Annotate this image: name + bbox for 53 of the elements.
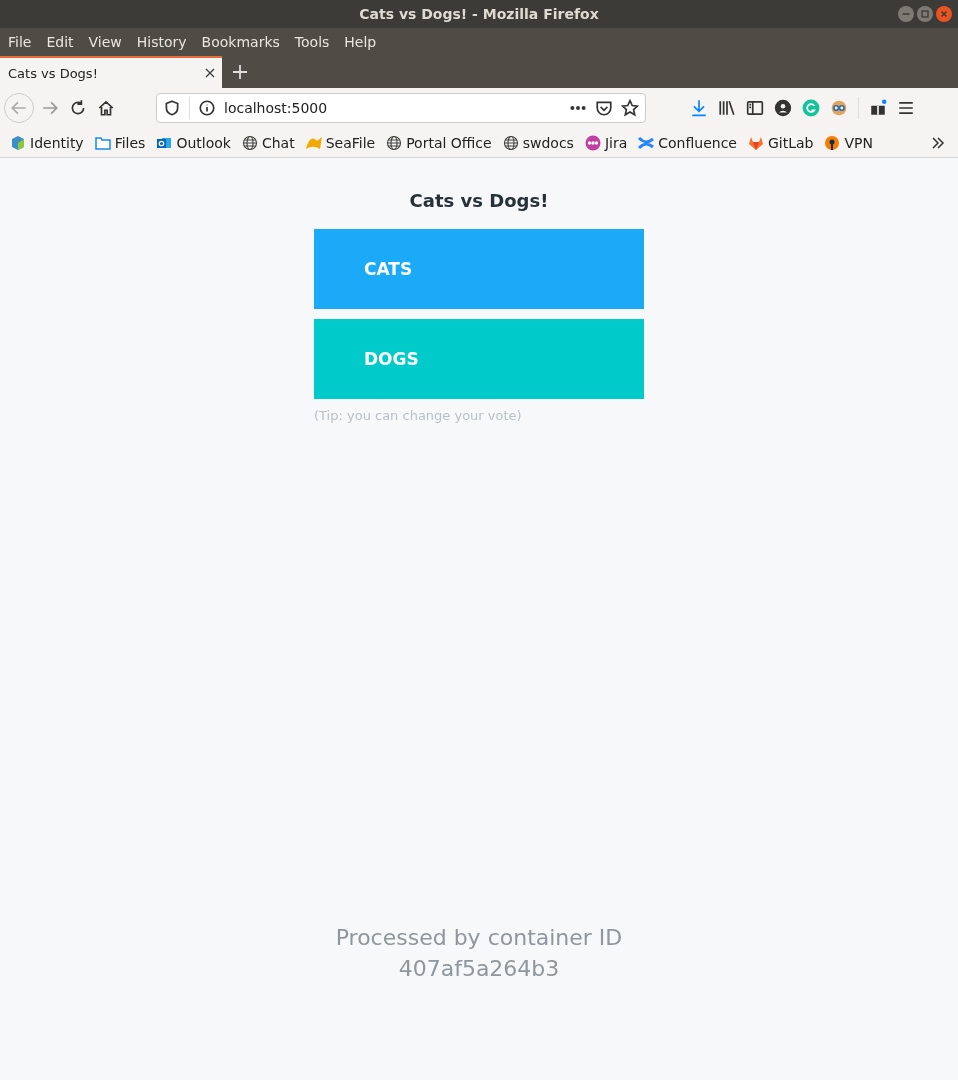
bookmark-link[interactable]: Outlook — [156, 134, 231, 151]
window-title: Cats vs Dogs! - Mozilla Firefox — [359, 6, 599, 22]
menu-item[interactable]: History — [130, 34, 196, 50]
maximize-button[interactable] — [917, 6, 933, 22]
dots-icon — [584, 134, 601, 151]
back-icon — [10, 99, 28, 117]
page-heading: Cats vs Dogs! — [409, 190, 549, 211]
cross-icon — [638, 134, 655, 151]
globe-icon — [386, 134, 403, 151]
bookmark-link[interactable]: Files — [94, 134, 146, 151]
close-icon[interactable] — [204, 67, 216, 79]
bookmark-link[interactable]: Portal Office — [386, 134, 492, 151]
home-icon[interactable] — [97, 99, 115, 117]
menu-item[interactable]: Bookmarks — [195, 34, 289, 50]
tip-text: (Tip: you can change your vote) — [314, 408, 523, 423]
folder-icon — [94, 134, 111, 151]
bookmark-link[interactable]: SeaFile — [305, 134, 376, 151]
chevron-icon[interactable] — [930, 134, 946, 151]
globe-icon — [241, 134, 258, 151]
star-icon[interactable] — [621, 99, 639, 117]
info-icon[interactable] — [198, 99, 216, 117]
forward-icon[interactable] — [41, 99, 59, 117]
globe-icon — [502, 134, 519, 151]
cube-icon — [10, 134, 26, 151]
bookmark-link[interactable]: swdocs — [502, 134, 574, 151]
bookmark-link[interactable]: Confluence — [638, 134, 737, 151]
download-icon[interactable] — [690, 99, 708, 117]
container-info-text: 407af5a264b3 — [398, 956, 560, 981]
reload-icon[interactable] — [69, 99, 87, 117]
menu-item[interactable]: View — [82, 34, 131, 50]
menu-item[interactable]: Help — [338, 34, 386, 50]
goggles-icon[interactable] — [830, 99, 848, 117]
close-button[interactable] — [936, 6, 952, 22]
menu-item[interactable]: Tools — [288, 34, 339, 50]
address-bar[interactable]: localhost:5000 — [156, 93, 646, 123]
plus-icon[interactable] — [230, 62, 250, 82]
bookmark-link[interactable]: Jira — [584, 134, 628, 151]
pocket-icon[interactable] — [595, 99, 613, 117]
bookmark-link[interactable]: Identity — [10, 134, 84, 151]
menu-item[interactable]: Edit — [40, 34, 83, 50]
minimize-button[interactable] — [898, 6, 914, 22]
library-icon[interactable] — [718, 99, 736, 117]
sidebar-icon[interactable] — [746, 99, 764, 117]
account-icon[interactable] — [774, 99, 792, 117]
keyhole-icon — [824, 134, 841, 151]
container-info-text: Processed by container ID — [335, 925, 623, 950]
menu-icon[interactable] — [897, 99, 915, 117]
browser-tab[interactable]: Cats vs Dogs! — [0, 56, 222, 88]
bookmark-link[interactable]: VPN — [824, 134, 873, 151]
bookmark-link[interactable]: Chat — [241, 134, 295, 151]
menu-item[interactable]: File — [2, 34, 41, 50]
shield-icon[interactable] — [163, 99, 181, 117]
bookmark-link[interactable]: GitLab — [747, 134, 814, 151]
